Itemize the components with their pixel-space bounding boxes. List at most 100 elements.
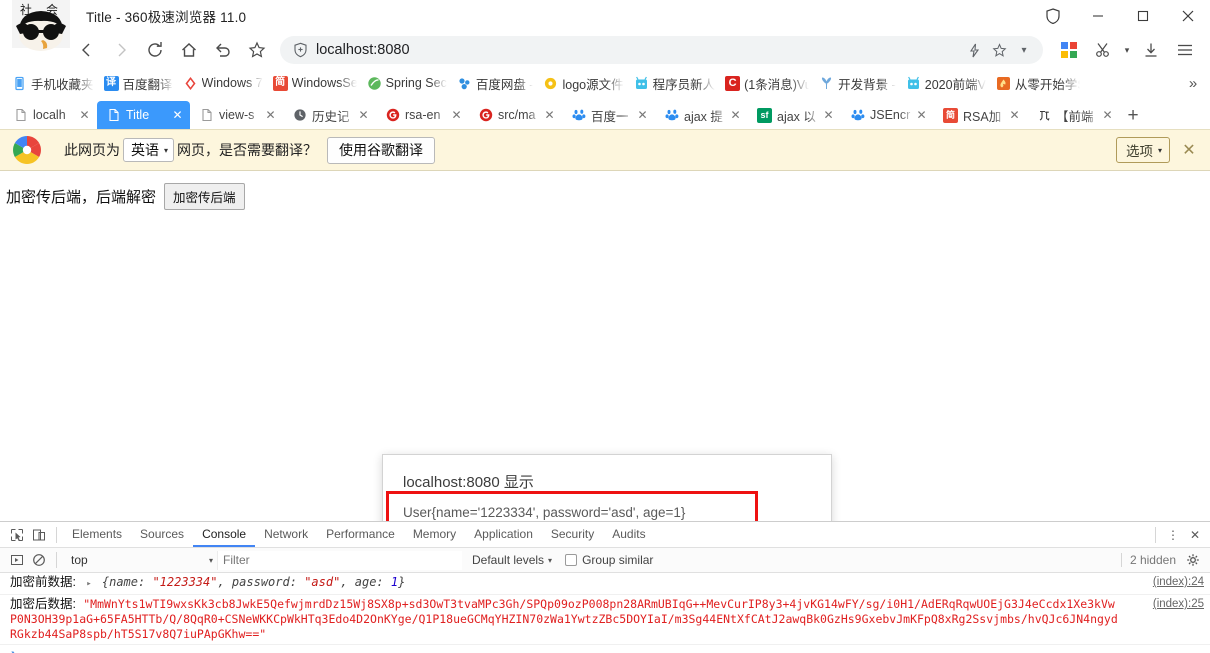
reload-icon[interactable] (138, 33, 172, 67)
tab-close-icon[interactable]: ✕ (263, 108, 278, 122)
browser-tab[interactable]: localh ✕ (4, 101, 97, 129)
tab-close-icon[interactable]: ✕ (542, 108, 557, 122)
tab-close-icon[interactable]: ✕ (1100, 108, 1115, 122)
menu-icon[interactable] (1168, 33, 1202, 67)
console-source-link[interactable]: (index):24 (1153, 575, 1204, 590)
translate-close-icon[interactable]: ✕ (1176, 137, 1202, 163)
clear-console-icon[interactable] (28, 549, 50, 571)
group-similar-checkbox[interactable] (565, 554, 578, 566)
undo-icon[interactable] (206, 33, 240, 67)
star-icon[interactable] (240, 33, 274, 67)
devtools-tab-console[interactable]: Console (193, 522, 256, 547)
browser-tab[interactable]: ajax 提 ✕ (655, 101, 748, 129)
browser-tab[interactable]: 【前端 ✕ (1027, 101, 1120, 129)
log-levels-label: Default levels (472, 553, 545, 567)
bookmark-item[interactable]: 程序员新人 (629, 72, 721, 94)
device-toolbar-icon[interactable] (28, 524, 50, 546)
bookmark-item[interactable]: 从零开始学S (991, 72, 1085, 94)
translate-language-select[interactable]: 英语 ▾ (123, 138, 175, 162)
tab-close-icon[interactable]: ✕ (821, 108, 836, 122)
chevron-down-icon[interactable]: ▾ (1013, 39, 1035, 61)
log-levels-select[interactable]: Default levels ▾ (472, 553, 552, 567)
bookmark-item[interactable]: 2020前端V (901, 72, 991, 94)
browser-tab[interactable]: sf ajax 以 ✕ (748, 101, 841, 129)
robot-icon (906, 76, 921, 91)
bookmark-item[interactable]: 开发背景 - (814, 72, 901, 94)
browser-tab[interactable]: 简 RSA加 ✕ (934, 101, 1027, 129)
tab-close-icon[interactable]: ✕ (635, 108, 650, 122)
devtools-tab-elements[interactable]: Elements (63, 522, 131, 547)
minimize-button[interactable] (1075, 0, 1120, 31)
bookmark-item[interactable]: C (1条消息)Vu (720, 72, 814, 94)
devtools-tab-memory[interactable]: Memory (404, 522, 465, 547)
devtools-tab-audits[interactable]: Audits (603, 522, 654, 547)
browser-tab[interactable]: 历史记 ✕ (283, 101, 376, 129)
close-button[interactable] (1165, 0, 1210, 31)
forward-arrow-icon[interactable] (104, 33, 138, 67)
tab-close-icon[interactable]: ✕ (449, 108, 464, 122)
tab-label: ajax 提 (684, 109, 723, 124)
execution-context-icon[interactable] (6, 549, 28, 571)
console-row-log[interactable]: 加密前数据: ▸ {name: "1223334", password: "as… (0, 573, 1210, 595)
maximize-button[interactable] (1120, 0, 1165, 31)
home-icon[interactable] (172, 33, 206, 67)
csdn-icon: C (725, 75, 741, 91)
bookmark-item[interactable]: 译百度翻译 (99, 72, 178, 94)
browser-tab[interactable]: Title ✕ (97, 101, 190, 129)
more-options-icon[interactable]: ⋮ (1162, 524, 1184, 546)
apps-grid-icon[interactable] (1052, 33, 1086, 67)
devtools-tab-application[interactable]: Application (465, 522, 542, 547)
tab-close-icon[interactable]: ✕ (914, 108, 929, 122)
expander-triangle-icon[interactable]: ▸ (86, 579, 91, 589)
download-icon[interactable] (1134, 33, 1168, 67)
tab-close-icon[interactable]: ✕ (356, 108, 371, 122)
console-filter-input[interactable] (217, 550, 462, 570)
browser-tab[interactable]: JSEncr ✕ (841, 101, 934, 129)
execution-context-select[interactable]: top ▾ (67, 551, 217, 570)
devtools-tab-security[interactable]: Security (542, 522, 603, 547)
bookmark-item[interactable]: logo源文件 (538, 72, 628, 94)
gear-icon (543, 76, 558, 91)
encrypt-send-button[interactable]: 加密传后端 (164, 183, 245, 210)
bookmark-item[interactable]: 简 WindowsSe (268, 72, 362, 94)
new-tab-button[interactable]: + (1120, 103, 1146, 129)
tab-label: rsa-en (405, 108, 441, 122)
lightning-icon[interactable] (963, 39, 985, 61)
bookmark-item[interactable]: 百度网盘 - (452, 72, 539, 94)
bookmark-item[interactable]: Windows 7 (178, 72, 268, 94)
chevron-down-icon: ▾ (1157, 145, 1162, 155)
devtools-tab-sources[interactable]: Sources (131, 522, 193, 547)
browser-tab[interactable]: src/ma ✕ (469, 101, 562, 129)
scissors-chevron-icon[interactable]: ▾ (1120, 33, 1134, 67)
bookmark-item[interactable]: Spring Sec (362, 72, 452, 94)
browser-tab[interactable]: view-s ✕ (190, 101, 283, 129)
clock-icon (292, 108, 307, 123)
bookmark-item[interactable]: 手机收藏夹 (7, 72, 99, 94)
devtools-tab-performance[interactable]: Performance (317, 522, 404, 547)
address-bar[interactable]: localhost:8080 ▾ (280, 36, 1043, 64)
browser-tab[interactable]: rsa-en ✕ (376, 101, 469, 129)
scissors-icon[interactable] (1086, 33, 1120, 67)
translate-options-button[interactable]: 选项 ▾ (1115, 137, 1170, 163)
translate-options-label: 选项 (1125, 144, 1153, 159)
tab-close-icon[interactable]: ✕ (1007, 108, 1022, 122)
devtools-close-icon[interactable]: ✕ (1184, 524, 1206, 546)
tab-close-icon[interactable]: ✕ (77, 108, 92, 122)
console-row-error[interactable]: 加密后数据: "MmWnYts1wTI9wxsKk3cb8JwkE5Qefwjm… (0, 595, 1210, 645)
shield-badge-icon[interactable] (1030, 0, 1075, 31)
back-arrow-icon[interactable] (70, 33, 104, 67)
tab-label: 历史记 (312, 109, 350, 124)
console-prompt[interactable]: ❯ (0, 645, 1210, 653)
tab-close-icon[interactable]: ✕ (170, 108, 185, 122)
devtools-tab-network[interactable]: Network (255, 522, 317, 547)
bookmark-label: Spring Sec (385, 76, 447, 90)
gear-icon[interactable] (1182, 549, 1204, 571)
bookmarks-overflow-icon[interactable]: » (1182, 72, 1204, 94)
tab-close-icon[interactable]: ✕ (728, 108, 743, 122)
bookmark-star-icon[interactable] (988, 39, 1010, 61)
inspect-icon[interactable] (6, 524, 28, 546)
navigation-bar: localhost:8080 ▾ ▾ (0, 31, 1210, 69)
browser-tab[interactable]: 百度一 ✕ (562, 101, 655, 129)
use-google-translate-button[interactable]: 使用谷歌翻译 (327, 136, 436, 164)
console-source-link[interactable]: (index):25 (1153, 597, 1204, 612)
